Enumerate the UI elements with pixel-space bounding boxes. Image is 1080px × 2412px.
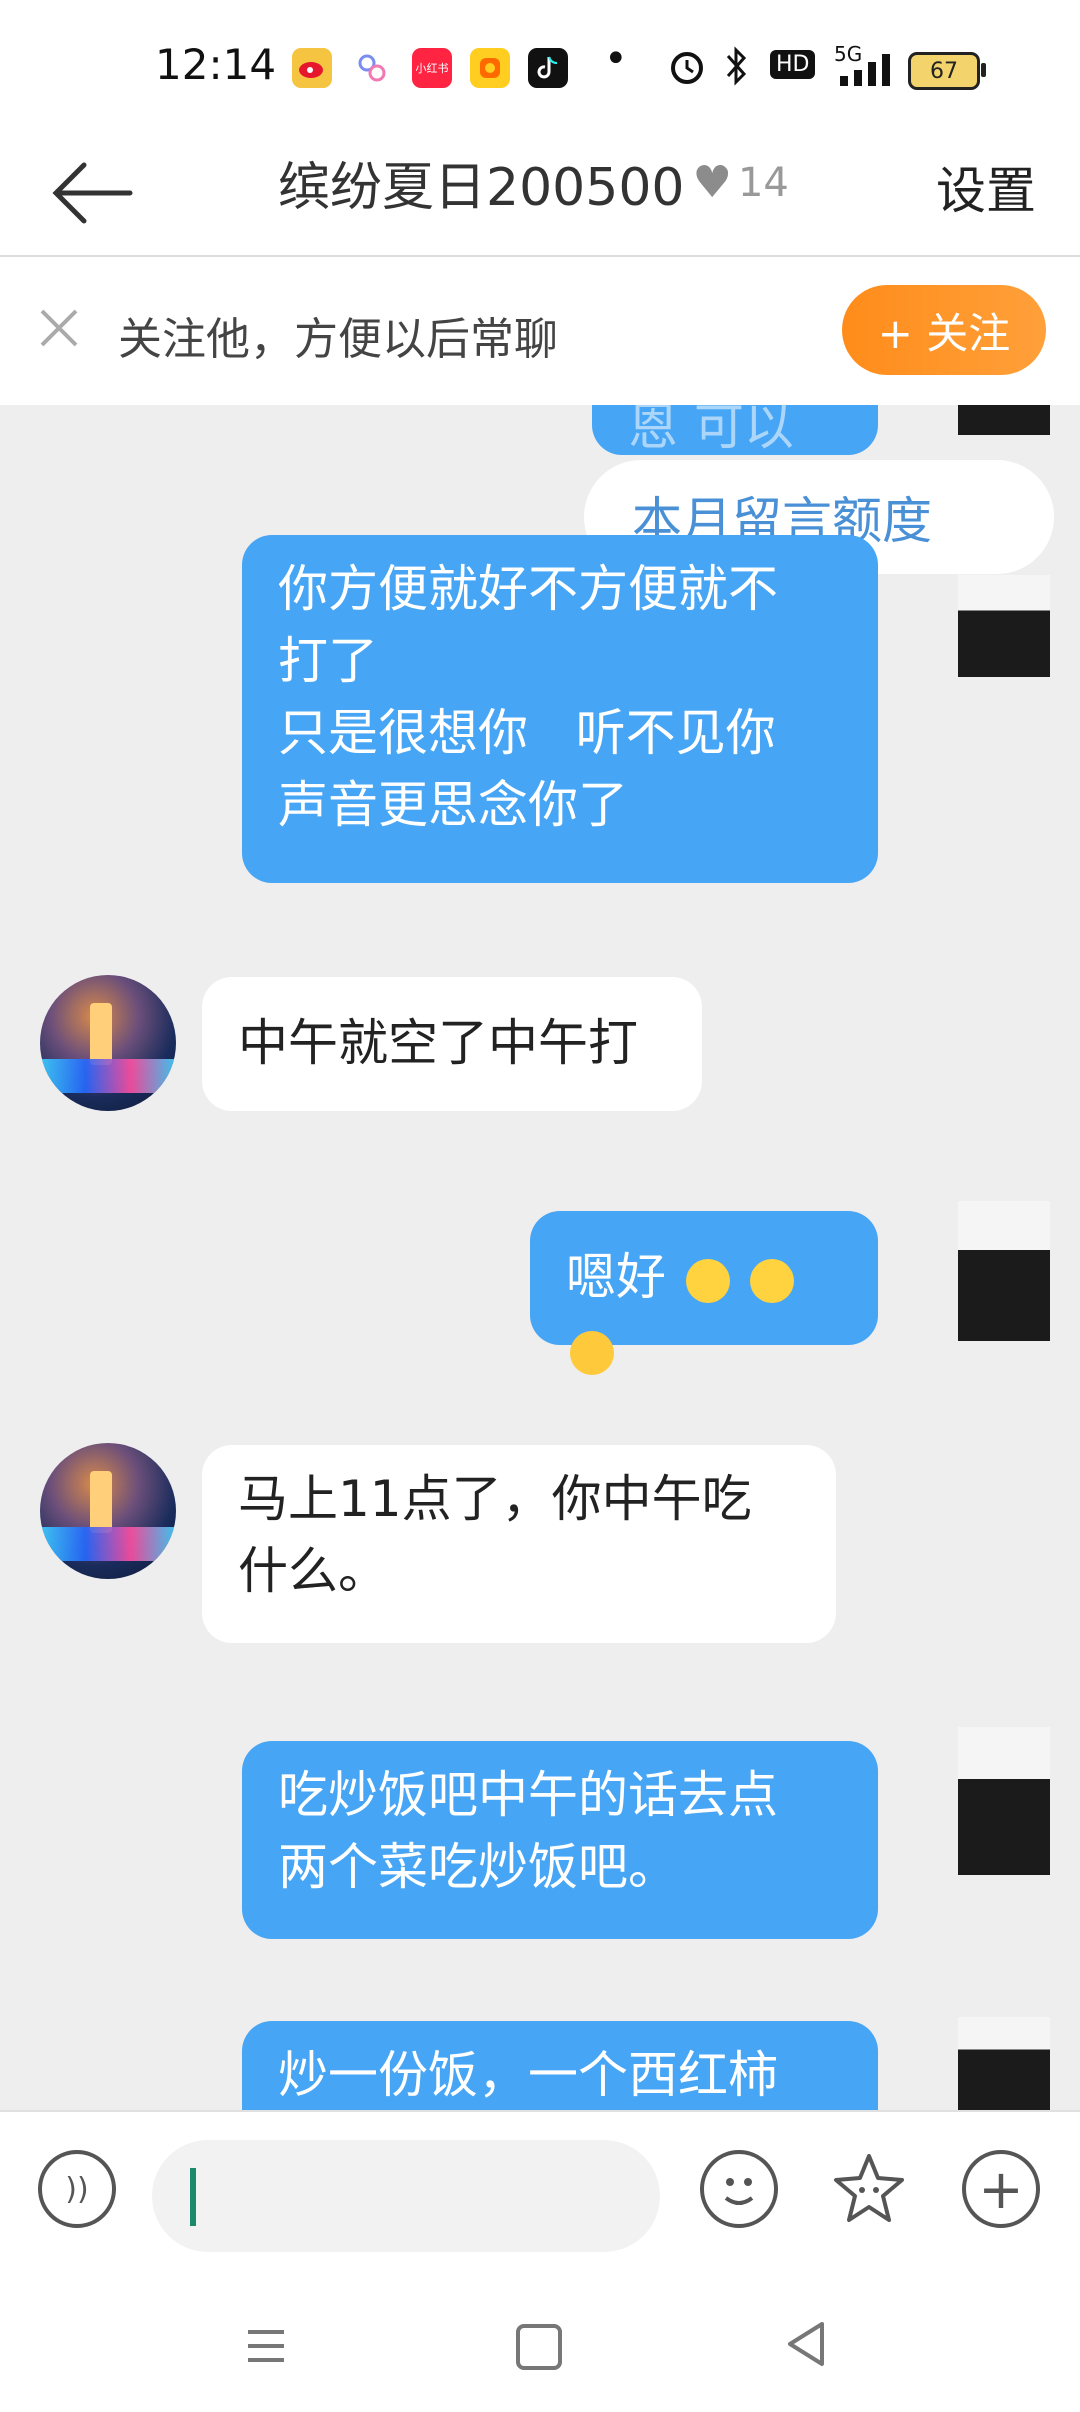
back-button[interactable]: [48, 153, 138, 233]
hd-badge: HD: [770, 50, 816, 79]
follow-banner: 关注他，方便以后常聊 + 关注: [0, 257, 1080, 405]
sticker-button[interactable]: [830, 2150, 908, 2228]
self-avatar: [958, 2017, 1050, 2110]
follow-prompt-text: 关注他，方便以后常聊: [118, 314, 558, 365]
status-bar: 12:14 小红书 • HD 5G 67: [0, 0, 1080, 135]
bluetooth-icon: [724, 46, 750, 94]
contact-avatar[interactable]: [40, 1443, 176, 1579]
message-line: 炒一份饭，一个西红柿: [278, 2046, 778, 2104]
back-arrow-icon: [52, 162, 133, 224]
signal-icon: [838, 54, 894, 94]
message-line: 只是很想你 听不见你: [278, 704, 776, 762]
contact-name: 缤纷夏日200500: [278, 158, 685, 218]
message-line: 两个菜吃炒饭吧。: [278, 1838, 678, 1896]
message-line: 你方便就好不方便就不: [278, 560, 778, 618]
text-cursor: [190, 2168, 196, 2226]
chat-title: 缤纷夏日200500 ♥ 14: [278, 145, 789, 220]
message-line: 马上11点了，你中午吃: [238, 1470, 752, 1528]
message-bubble-incoming: 中午就空了中午打: [202, 977, 702, 1111]
voice-icon: )): [65, 2171, 89, 2207]
nav-home-icon[interactable]: [516, 2324, 562, 2370]
message-bubble-outgoing: 炒一份饭，一个西红柿: [242, 2021, 878, 2110]
message-bubble-incoming: 马上11点了，你中午吃 什么。: [202, 1445, 836, 1643]
self-avatar: [958, 1201, 1050, 1341]
alarm-icon: [668, 46, 706, 94]
nav-back-icon[interactable]: [784, 2320, 828, 2368]
follow-button[interactable]: + 关注: [842, 285, 1046, 375]
system-nav-bar: [0, 2280, 1080, 2412]
smiley-icon: [724, 2178, 754, 2205]
contact-avatar[interactable]: [40, 975, 176, 1111]
message-input[interactable]: [152, 2140, 660, 2252]
weibo-icon: [292, 48, 332, 88]
self-avatar: [958, 1727, 1050, 1875]
status-time: 12:14: [155, 40, 277, 89]
self-avatar: [958, 575, 1050, 677]
emoji-button[interactable]: [700, 2150, 778, 2228]
notification-dot: •: [604, 36, 628, 82]
emoji-hug-icon: [685, 1258, 730, 1303]
chat-header: 缤纷夏日200500 ♥ 14 设置: [0, 135, 1080, 257]
close-icon[interactable]: [36, 305, 82, 351]
message-bubble-outgoing: 你方便就好不方便就不 打了 只是很想你 听不见你 声音更思念你了: [242, 535, 878, 883]
message-bubble-partial: 恩 可以的: [592, 405, 878, 528]
message-line: 声音更思念你了: [278, 776, 628, 834]
emoji-hug-icon: [749, 1258, 794, 1303]
message-bubble-outgoing: 嗯好: [530, 1211, 878, 1375]
link-icon: [352, 48, 392, 88]
tiktok-icon: [528, 48, 568, 88]
sticker-icon: [834, 2154, 904, 2222]
heart-count: 14: [737, 159, 789, 206]
message-line: 吃炒饭吧中午的话去点: [278, 1766, 778, 1824]
plus-icon: +: [978, 2157, 1024, 2221]
settings-button[interactable]: 设置: [936, 151, 1036, 223]
message-text: 中午就空了中午打: [238, 1014, 638, 1072]
kuaishou-icon: [470, 48, 510, 88]
input-bar: )) +: [0, 2110, 1080, 2282]
message-bubble-outgoing: 吃炒饭吧中午的话去点 两个菜吃炒饭吧。: [242, 1741, 878, 1939]
heart-icon: ♥: [692, 157, 732, 208]
nav-menu-icon[interactable]: [244, 2324, 288, 2368]
battery-indicator: 67: [908, 52, 986, 90]
xiaohongshu-icon: 小红书: [412, 48, 452, 88]
message-line: 什么。: [238, 1542, 388, 1600]
message-line: 打了: [278, 632, 378, 690]
self-avatar: [958, 405, 1050, 435]
emoji-kiss-icon: [570, 1330, 614, 1375]
more-button[interactable]: +: [962, 2150, 1040, 2228]
message-text: 嗯好: [566, 1248, 666, 1306]
chat-area[interactable]: 恩 可以的 本月留言额度 你方便就好不方便就不 打了 只是很想你 听不见你 声音…: [0, 405, 1080, 2110]
voice-input-button[interactable]: )): [38, 2150, 116, 2228]
